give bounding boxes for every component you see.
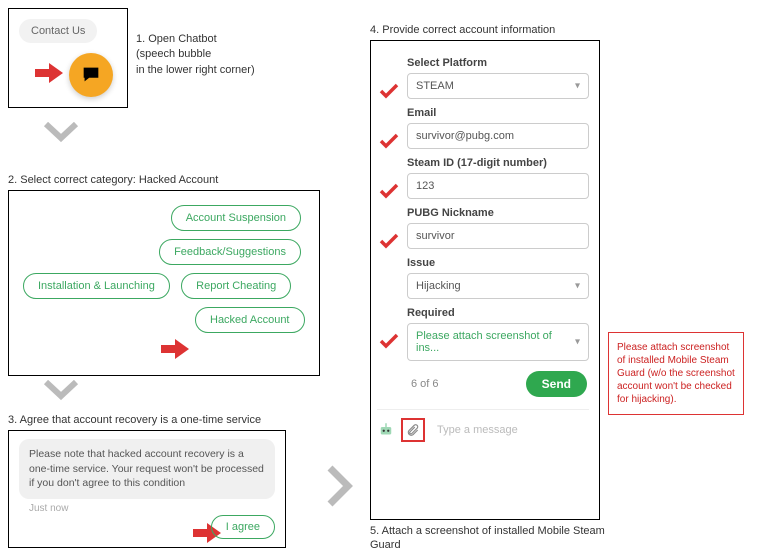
chat-message: Please note that hacked account recovery… <box>19 439 275 499</box>
chevron-down-icon: ▾ <box>575 337 580 348</box>
required-value: Please attach screenshot of ins... <box>416 330 552 354</box>
pointer-arrow-icon <box>35 63 61 81</box>
nickname-label: PUBG Nickname <box>407 207 589 219</box>
required-action[interactable]: Please attach screenshot of ins... ▾ <box>407 323 589 361</box>
step3-title: 3. Agree that account recovery is a one-… <box>8 414 261 426</box>
field-issue: Issue Hijacking ▾ <box>407 257 589 299</box>
step1-box: Contact Us <box>8 8 128 108</box>
chevron-right-icon <box>326 464 356 508</box>
chevron-down-icon: ▾ <box>575 81 580 92</box>
pointer-arrow-icon <box>161 339 187 357</box>
check-icon <box>379 233 397 247</box>
check-icon <box>379 183 397 197</box>
category-feedback[interactable]: Feedback/Suggestions <box>159 239 301 265</box>
step3-box: Please note that hacked account recovery… <box>8 430 286 548</box>
field-nickname: PUBG Nickname survivor <box>407 207 589 249</box>
step1-title: 1. Open Chatbot <box>136 32 255 47</box>
speech-bubble-icon <box>80 64 102 86</box>
chevron-down-icon: ▾ <box>575 281 580 292</box>
chevron-down-icon <box>44 122 78 146</box>
steamid-input[interactable]: 123 <box>407 173 589 199</box>
field-steamid: Steam ID (17-digit number) 123 <box>407 157 589 199</box>
step1-description: 1. Open Chatbot (speech bubble in the lo… <box>136 32 255 78</box>
required-label: Required <box>407 307 589 319</box>
field-platform: Select Platform STEAM ▾ <box>407 57 589 99</box>
platform-value: STEAM <box>416 80 454 92</box>
chevron-down-icon <box>44 380 78 404</box>
category-report-cheating[interactable]: Report Cheating <box>181 273 291 299</box>
step1-subtitle: (speech bubble in the lower right corner… <box>136 47 255 78</box>
step4-title: 4. Provide correct account information <box>370 24 555 36</box>
category-hacked-account[interactable]: Hacked Account <box>195 307 305 333</box>
step4-box: Select Platform STEAM ▾ Email survivor@p… <box>370 40 600 520</box>
composer: Type a message <box>377 409 589 442</box>
category-account-suspension[interactable]: Account Suspension <box>171 205 301 231</box>
contact-us-button[interactable]: Contact Us <box>19 19 97 43</box>
issue-select[interactable]: Hijacking ▾ <box>407 273 589 299</box>
progress-count: 6 of 6 <box>411 378 439 390</box>
check-icon <box>379 83 397 97</box>
platform-select[interactable]: STEAM ▾ <box>407 73 589 99</box>
attach-tooltip: Please attach screenshot of installed Mo… <box>608 332 744 415</box>
steamid-label: Steam ID (17-digit number) <box>407 157 589 169</box>
check-icon <box>379 333 397 347</box>
step2-title: 2. Select correct category: Hacked Accou… <box>8 174 218 186</box>
issue-value: Hijacking <box>416 280 461 292</box>
steamid-value: 123 <box>416 180 434 192</box>
check-icon <box>379 133 397 147</box>
field-required: Required Please attach screenshot of ins… <box>407 307 589 361</box>
step2-box: Account Suspension Feedback/Suggestions … <box>8 190 320 376</box>
email-label: Email <box>407 107 589 119</box>
chat-timestamp: Just now <box>29 503 275 514</box>
message-input[interactable]: Type a message <box>431 420 589 440</box>
issue-label: Issue <box>407 257 589 269</box>
nickname-input[interactable]: survivor <box>407 223 589 249</box>
field-email: Email survivor@pubg.com <box>407 107 589 149</box>
send-row: 6 of 6 Send <box>407 371 589 397</box>
send-button[interactable]: Send <box>526 371 587 397</box>
step5-title: 5. Attach a screenshot of installed Mobi… <box>370 524 620 553</box>
email-value: survivor@pubg.com <box>416 130 514 142</box>
platform-label: Select Platform <box>407 57 589 69</box>
attach-button[interactable] <box>401 418 425 442</box>
nickname-value: survivor <box>416 230 455 242</box>
chatbot-button[interactable] <box>69 53 113 97</box>
email-input[interactable]: survivor@pubg.com <box>407 123 589 149</box>
agree-button[interactable]: I agree <box>211 515 275 539</box>
bot-avatar-icon <box>377 421 395 439</box>
paperclip-icon <box>406 422 420 438</box>
category-install[interactable]: Installation & Launching <box>23 273 170 299</box>
